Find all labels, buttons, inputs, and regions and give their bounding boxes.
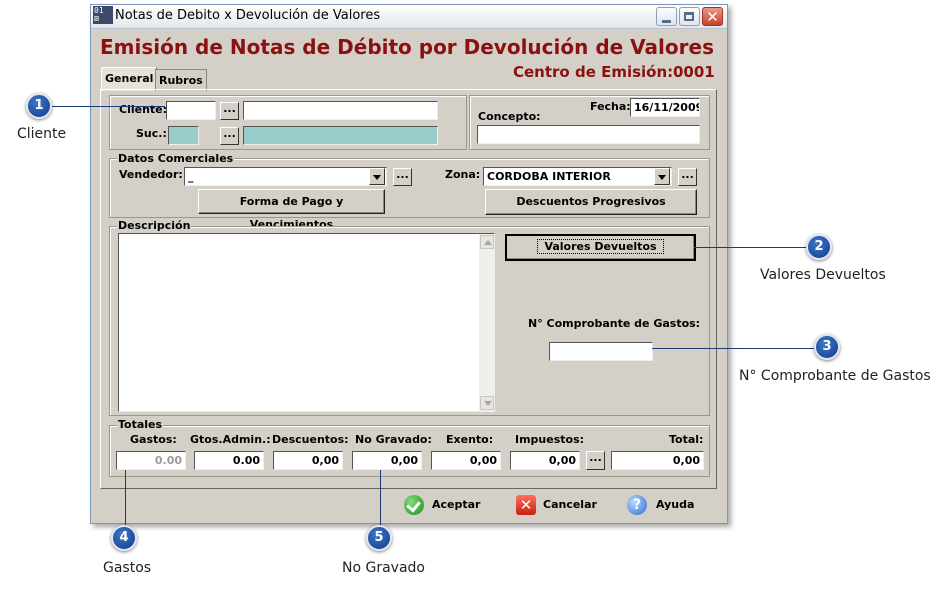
- callout-4-line: [125, 470, 126, 526]
- callout-5-marker: 5: [366, 525, 392, 551]
- cliente-lookup-button[interactable]: ...: [220, 102, 239, 120]
- page-title: Emisión de Notas de Débito por Devolució…: [100, 35, 714, 59]
- valores-devueltos-button[interactable]: Valores Devueltos: [505, 234, 696, 261]
- scroll-up-icon[interactable]: [480, 235, 494, 249]
- descuentos-progresivos-button[interactable]: Descuentos Progresivos: [485, 189, 697, 215]
- callout-5-label: No Gravado: [342, 560, 425, 576]
- ayuda-label: Ayuda: [656, 498, 695, 511]
- help-icon: ?: [627, 495, 647, 515]
- main-window: 01 ⊠ Notas de Debito x Devolución de Val…: [90, 4, 728, 524]
- close-icon[interactable]: ✕: [702, 7, 723, 26]
- callout-3-marker: 3: [814, 334, 840, 360]
- aceptar-button[interactable]: Aceptar: [404, 495, 481, 517]
- totales-title: Totales: [117, 418, 164, 431]
- app-icon: 01 ⊠: [93, 6, 113, 24]
- sucursal-lookup-button[interactable]: ...: [220, 127, 239, 145]
- callout-4-marker: 4: [111, 525, 137, 551]
- aceptar-label: Aceptar: [432, 498, 481, 511]
- callout-3-label: N° Comprobante de Gastos: [739, 368, 931, 384]
- no-gravado-input[interactable]: 0,00: [352, 451, 422, 470]
- callout-1-line: [52, 106, 165, 107]
- valores-devueltos-label: Valores Devueltos: [537, 239, 664, 254]
- ayuda-button[interactable]: ? Ayuda: [627, 495, 697, 517]
- gastos-admin-label: Gtos.Admin.:: [190, 433, 271, 446]
- centro-emision-value: 0001: [673, 63, 715, 81]
- title-bar[interactable]: 01 ⊠ Notas de Debito x Devolución de Val…: [91, 5, 727, 29]
- callout-2-line: [694, 247, 808, 248]
- cancelar-label: Cancelar: [543, 498, 597, 511]
- fecha-input[interactable]: 16/11/2009: [630, 98, 700, 117]
- vendedor-lookup-button[interactable]: ...: [393, 168, 412, 186]
- concepto-label: Concepto:: [478, 110, 541, 123]
- descripcion-scrollbar[interactable]: [479, 234, 494, 411]
- vendedor-label: Vendedor:: [119, 168, 183, 181]
- exento-label: Exento:: [446, 433, 494, 446]
- fecha-label: Fecha:: [590, 100, 631, 113]
- comprobante-gastos-label: N° Comprobante de Gastos:: [528, 317, 701, 330]
- gastos-admin-input[interactable]: 0.00: [194, 451, 264, 470]
- descuentos-label: Descuentos:: [272, 433, 349, 446]
- sucursal-code-input[interactable]: [168, 126, 199, 145]
- impuestos-lookup-button[interactable]: ...: [586, 451, 605, 470]
- concepto-input[interactable]: [477, 125, 700, 144]
- cancel-x-icon: ✕: [516, 495, 536, 515]
- cancelar-button[interactable]: ✕ Cancelar: [516, 495, 597, 517]
- maximize-icon[interactable]: [679, 7, 700, 26]
- callout-3-line: [652, 348, 815, 349]
- cliente-code-input[interactable]: [166, 101, 216, 120]
- gastos-input[interactable]: 0.00: [116, 451, 186, 470]
- cliente-label: Cliente:: [119, 103, 168, 116]
- sucursal-name-input[interactable]: [243, 126, 438, 145]
- callout-4-label: Gastos: [103, 560, 152, 576]
- gastos-label: Gastos:: [130, 433, 177, 446]
- datos-comerciales-title: Datos Comerciales: [117, 152, 235, 165]
- zona-lookup-button[interactable]: ...: [678, 168, 697, 186]
- vendedor-select[interactable]: _: [184, 167, 387, 186]
- zona-dropdown-arrow-icon[interactable]: [654, 168, 670, 185]
- window-title: Notas de Debito x Devolución de Valores: [115, 8, 381, 23]
- cliente-name-input[interactable]: [243, 101, 438, 120]
- zona-select[interactable]: CORDOBA INTERIOR: [483, 167, 672, 186]
- total-input[interactable]: 0,00: [611, 451, 704, 470]
- scroll-down-icon[interactable]: [480, 396, 494, 410]
- descuentos-input[interactable]: 0,00: [273, 451, 343, 470]
- callout-1-marker: 1: [26, 93, 52, 119]
- callout-2-label: Valores Devueltos: [760, 267, 886, 283]
- total-label: Total:: [669, 433, 704, 446]
- callout-1-label: Cliente: [17, 126, 67, 142]
- vendedor-dropdown-arrow-icon[interactable]: [369, 168, 385, 185]
- comprobante-gastos-input[interactable]: [549, 342, 653, 361]
- forma-pago-button[interactable]: Forma de Pago y Vencimientos: [198, 189, 385, 231]
- callout-2-marker: 2: [806, 234, 832, 260]
- tab-general[interactable]: General: [101, 67, 158, 91]
- sucursal-label: Suc.:: [136, 127, 167, 140]
- check-icon: [404, 495, 424, 515]
- no-gravado-label: No Gravado:: [355, 433, 432, 446]
- minimize-icon[interactable]: [656, 7, 677, 26]
- centro-emision-label: Centro de Emisión:: [513, 63, 674, 81]
- impuestos-label: Impuestos:: [515, 433, 585, 446]
- zona-label: Zona:: [445, 168, 481, 181]
- tab-rubros[interactable]: Rubros: [155, 69, 207, 91]
- descripcion-textarea[interactable]: [118, 233, 495, 412]
- descripcion-title: Descripción: [117, 219, 192, 232]
- impuestos-input[interactable]: 0,00: [510, 451, 580, 470]
- exento-input[interactable]: 0,00: [431, 451, 501, 470]
- callout-5-line: [380, 470, 381, 526]
